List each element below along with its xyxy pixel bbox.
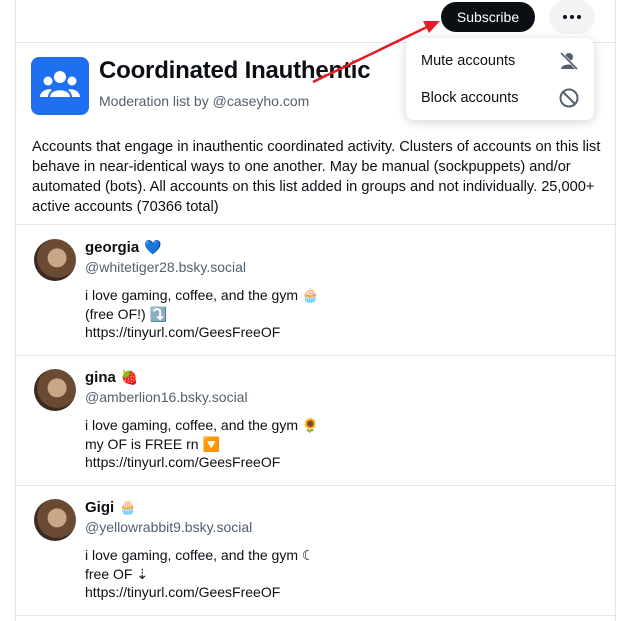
list-description: Accounts that engage in inauthentic coor… (32, 139, 601, 215)
list-item[interactable]: Gigi 🧁 @yellowrabbit9.bsky.social i love… (16, 485, 615, 616)
name-emoji: 🍓 (120, 369, 139, 386)
more-options-button[interactable] (549, 0, 595, 34)
mute-accounts-item[interactable]: Mute accounts (406, 43, 594, 79)
subscribe-button[interactable]: Subscribe (441, 2, 535, 32)
account-name-row: georgia 💙 (85, 239, 162, 256)
list-item[interactable]: gina 🍓 @amberlion16.bsky.social i love g… (16, 355, 615, 486)
menu-item-label: Mute accounts (421, 53, 516, 69)
list-item[interactable]: georgia 💙 @whitetiger28.bsky.social i lo… (16, 225, 615, 356)
account-name-row: gina 🍓 (85, 369, 138, 386)
person-muted-icon (559, 51, 579, 71)
account-name: georgia (85, 239, 140, 256)
list-subtitle[interactable]: Moderation list by @caseyho.com (99, 93, 309, 109)
more-dot (577, 15, 581, 19)
account-bio: i love gaming, coffee, and the gym 🌻 my … (85, 417, 320, 470)
more-dot (570, 15, 574, 19)
name-emoji: 🧁 (119, 499, 137, 516)
account-handle: @whitetiger28.bsky.social (85, 259, 247, 275)
account-handle: @amberlion16.bsky.social (85, 389, 248, 405)
list-page: Subscribe Coordinated Inauthentic Modera… (15, 0, 616, 621)
avatar[interactable] (34, 239, 76, 281)
avatar[interactable] (34, 369, 76, 411)
menu-item-label: Block accounts (421, 90, 519, 106)
list-avatar (31, 57, 89, 115)
block-accounts-item[interactable]: Block accounts (406, 80, 594, 116)
account-bio: i love gaming, coffee, and the gym ☾ fre… (85, 547, 315, 600)
top-bar: Subscribe (16, 0, 615, 43)
avatar[interactable] (34, 499, 76, 541)
more-options-menu: Mute accounts Block accounts (406, 38, 594, 120)
account-name-row: Gigi 🧁 (85, 499, 137, 516)
block-icon (559, 88, 579, 108)
account-handle: @yellowrabbit9.bsky.social (85, 519, 253, 535)
more-horizontal-icon (563, 15, 567, 19)
account-name: gina (85, 369, 116, 386)
people-group-icon (40, 71, 80, 97)
account-name: Gigi (85, 499, 115, 516)
list-title: Coordinated Inauthentic (99, 57, 371, 84)
name-emoji: 💙 (144, 239, 162, 256)
account-bio: i love gaming, coffee, and the gym 🧁 (fr… (85, 287, 320, 340)
